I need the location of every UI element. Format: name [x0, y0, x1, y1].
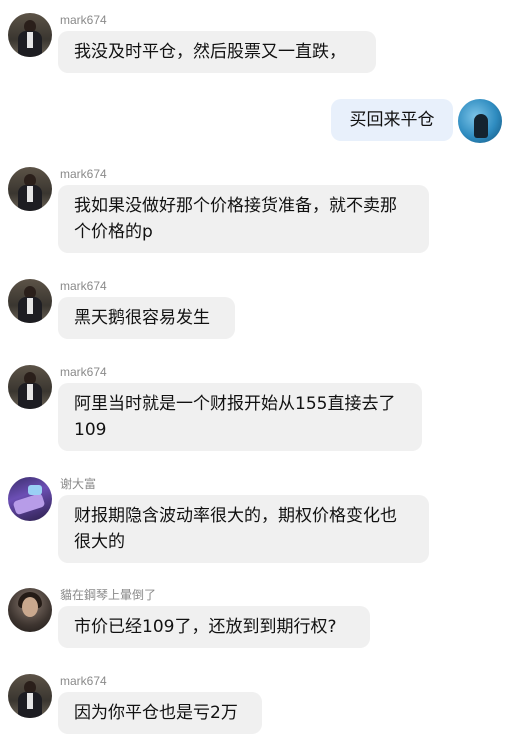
message-bubble[interactable]: 我如果没做好那个价格接货准备，就不卖那个价格的p	[58, 185, 429, 253]
message-bubble-self[interactable]: 买回来平仓	[331, 99, 453, 141]
chat-window: mark674 我没及时平仓，然后股票又一直跌， 买回来平仓 mark674 我…	[0, 0, 505, 750]
sender-name: mark674	[60, 279, 107, 293]
message-bubble[interactable]: 黑天鹅很容易发生	[58, 297, 235, 339]
user-avatar-mark674[interactable]	[8, 365, 52, 409]
sender-name: mark674	[60, 365, 107, 379]
message-bubble[interactable]: 阿里当时就是一个财报开始从155直接去了109	[58, 383, 422, 451]
user-avatar-mark674[interactable]	[8, 279, 52, 323]
user-avatar-mark674[interactable]	[8, 674, 52, 718]
message-bubble[interactable]: 财报期隐含波动率很大的，期权价格变化也很大的	[58, 495, 429, 563]
user-avatar-xie[interactable]	[8, 477, 52, 521]
user-avatar-mark674[interactable]	[8, 13, 52, 57]
user-avatar-mark674[interactable]	[8, 167, 52, 211]
sender-name: 貓在鋼琴上暈倒了	[60, 588, 157, 602]
sender-name: mark674	[60, 674, 107, 688]
self-avatar[interactable]	[458, 99, 502, 143]
sender-name: 谢大富	[60, 477, 97, 491]
message-bubble[interactable]: 市价已经109了，还放到到期行权?	[58, 606, 370, 648]
user-avatar-mao[interactable]	[8, 588, 52, 632]
message-bubble[interactable]: 我没及时平仓，然后股票又一直跌，	[58, 31, 376, 73]
message-bubble[interactable]: 因为你平仓也是亏2万	[58, 692, 262, 734]
sender-name: mark674	[60, 13, 107, 27]
sender-name: mark674	[60, 167, 107, 181]
